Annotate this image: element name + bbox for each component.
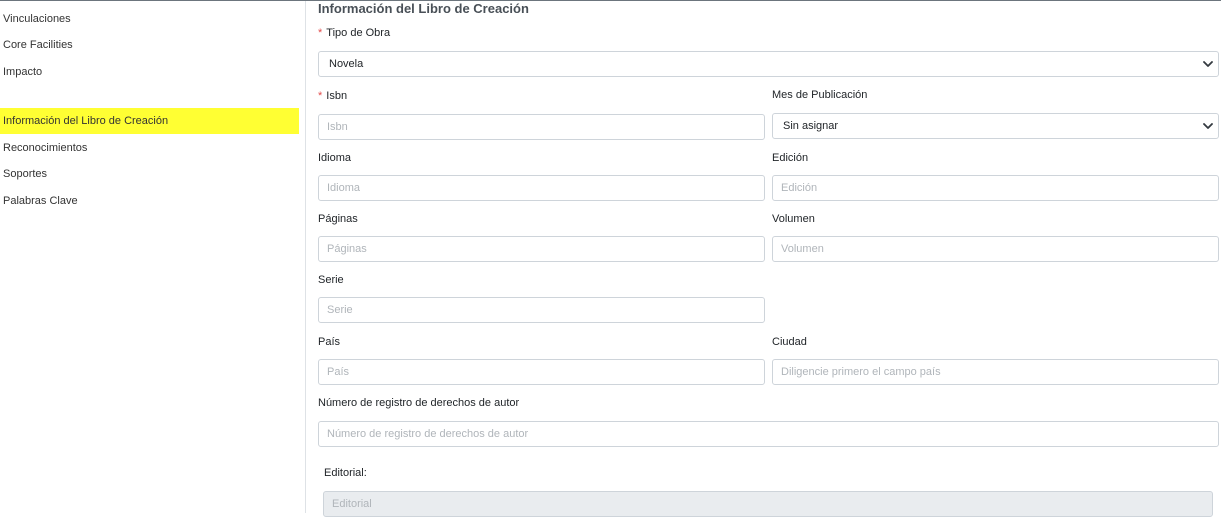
ciudad-field[interactable]	[772, 359, 1219, 385]
sidebar-item-informacion-libro-creacion[interactable]: Información del Libro de Creación	[0, 108, 299, 134]
editorial-field[interactable]	[323, 491, 1213, 517]
book-info-form: Información del Libro de Creación * Tipo …	[318, 0, 1219, 517]
registro-derechos-input[interactable]	[319, 422, 1218, 446]
paginas-field[interactable]	[318, 236, 765, 262]
mes-publicacion-select[interactable]: Sin asignar	[772, 113, 1219, 139]
volumen-field[interactable]	[772, 236, 1219, 262]
volumen-input[interactable]	[773, 237, 1218, 261]
registro-derechos-field[interactable]	[318, 421, 1219, 447]
pais-label: País	[318, 336, 341, 348]
required-mark: *	[318, 27, 323, 39]
pais-field[interactable]	[318, 359, 765, 385]
sidebar-item-impacto[interactable]: Impacto	[0, 59, 299, 85]
edicion-label: Edición	[772, 152, 809, 164]
editorial-label: Editorial:	[324, 467, 367, 479]
tipo-obra-value: Novela	[329, 58, 364, 70]
chevron-down-icon	[1203, 61, 1213, 67]
mes-publicacion-value: Sin asignar	[783, 120, 839, 132]
chevron-down-icon	[1203, 123, 1213, 129]
sidebar-item-soportes[interactable]: Soportes	[0, 161, 299, 187]
tipo-obra-label-text: Tipo de Obra	[326, 27, 391, 39]
mes-publicacion-label: Mes de Publicación	[772, 89, 868, 101]
sidebar-item-label: Impacto	[3, 66, 43, 78]
sidebar-item-label: Core Facilities	[3, 39, 73, 51]
isbn-label-text: Isbn	[326, 90, 348, 102]
serie-input[interactable]	[319, 298, 764, 322]
paginas-input[interactable]	[319, 237, 764, 261]
ciudad-input[interactable]	[773, 360, 1218, 384]
page-title: Información del Libro de Creación	[318, 1, 529, 16]
idioma-input[interactable]	[319, 176, 764, 200]
isbn-label: * Isbn	[318, 90, 347, 102]
sidebar-item-label: Soportes	[3, 168, 48, 180]
paginas-label: Páginas	[318, 213, 358, 225]
ciudad-label: Ciudad	[772, 336, 807, 348]
edicion-input[interactable]	[773, 176, 1218, 200]
required-mark: *	[318, 90, 323, 102]
idioma-label: Idioma	[318, 152, 352, 164]
sidebar-item-label: Información del Libro de Creación	[3, 115, 169, 127]
sidebar: Vinculaciones Core Facilities Impacto In…	[0, 1, 306, 513]
isbn-input[interactable]	[319, 115, 764, 139]
edicion-field[interactable]	[772, 175, 1219, 201]
serie-label: Serie	[318, 274, 344, 286]
sidebar-item-label: Palabras Clave	[3, 195, 78, 207]
sidebar-item-reconocimientos[interactable]: Reconocimientos	[0, 135, 299, 161]
sidebar-item-core-facilities[interactable]: Core Facilities	[0, 32, 299, 58]
tipo-obra-select[interactable]: Novela	[318, 51, 1219, 77]
sidebar-item-label: Vinculaciones	[3, 13, 71, 25]
pais-input[interactable]	[319, 360, 764, 384]
editorial-input[interactable]	[324, 492, 1212, 516]
idioma-field[interactable]	[318, 175, 765, 201]
serie-field[interactable]	[318, 297, 765, 323]
sidebar-item-palabras-clave[interactable]: Palabras Clave	[0, 188, 299, 214]
registro-derechos-label: Número de registro de derechos de autor	[318, 397, 520, 409]
tipo-obra-label: * Tipo de Obra	[318, 27, 390, 39]
isbn-field[interactable]	[318, 114, 765, 140]
volumen-label: Volumen	[772, 213, 815, 225]
sidebar-item-vinculaciones[interactable]: Vinculaciones	[0, 6, 299, 32]
sidebar-item-label: Reconocimientos	[3, 142, 88, 154]
